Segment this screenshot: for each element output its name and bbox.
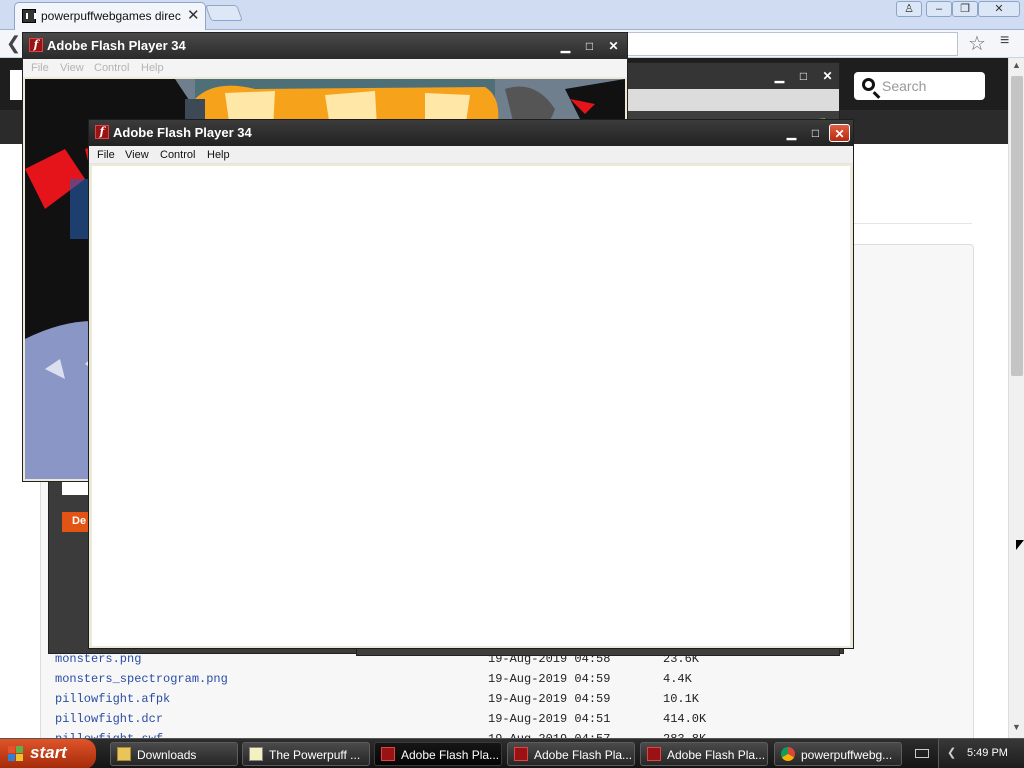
close-button[interactable]: ✕ (829, 124, 850, 142)
taskbar-item-flash-3[interactable]: Adobe Flash Pla... (640, 742, 768, 766)
taskbar-item-flash-2[interactable]: Adobe Flash Pla... (507, 742, 635, 766)
menu-control[interactable]: Control (94, 62, 129, 74)
scroll-down-arrow-icon[interactable]: ▼ (1012, 722, 1021, 732)
minimize-button[interactable]: ▁ (555, 37, 576, 55)
start-label: start (30, 743, 67, 762)
start-button[interactable]: start (0, 739, 96, 768)
browser-tab[interactable]: powerpuffwebgames directo ✕ (14, 2, 206, 30)
flash-icon (381, 747, 395, 761)
taskbar-item-flash-1[interactable]: Adobe Flash Pla... (374, 742, 502, 766)
maximize-button[interactable]: □ (805, 124, 826, 142)
folder-icon (117, 747, 131, 761)
file-size: 10.1K (663, 692, 700, 706)
window-title: Adobe Flash Player 34 (47, 38, 186, 53)
flash-content-area[interactable] (92, 166, 850, 646)
minimize-button[interactable]: ▁ (781, 124, 802, 142)
taskbar-item-label: Downloads (137, 748, 197, 762)
tray-expand-icon[interactable]: ❮ (947, 746, 956, 759)
menu-file[interactable]: File (31, 62, 49, 74)
taskbar-item-label: Adobe Flash Pla... (534, 748, 632, 762)
flash-icon (647, 747, 661, 761)
user-profile-button[interactable]: ♙ (896, 1, 922, 17)
tray-clock[interactable]: 5:49 PM (967, 747, 1008, 759)
file-link[interactable]: monsters.png (55, 649, 141, 669)
file-date: 19-Aug-2019 04:59 (488, 672, 611, 686)
flash-icon: f (29, 38, 43, 52)
close-button[interactable]: ✕ (603, 37, 624, 55)
search-placeholder: Search (882, 78, 927, 94)
menu-bar: File View Control Help (23, 59, 627, 77)
new-tab-button[interactable] (205, 5, 243, 21)
flash-player-window-active[interactable]: f Adobe Flash Player 34 ▁ □ ✕ File View … (88, 119, 854, 649)
browser-close-button[interactable]: ✕ (978, 1, 1020, 17)
browser-minimize-button[interactable]: – (926, 1, 952, 17)
flash-icon (514, 747, 528, 761)
page-scrollbar[interactable]: ▲ ▼ (1008, 58, 1024, 738)
taskbar-item-label: Adobe Flash Pla... (667, 748, 765, 762)
file-link[interactable]: pillowfight.afpk (55, 689, 170, 709)
taskbar-item-powerpuff[interactable]: The Powerpuff ... (242, 742, 370, 766)
windows-logo-icon (8, 746, 24, 762)
bookmark-star-icon[interactable]: ☆ (968, 31, 986, 56)
menu-bar: File View Control Help (89, 146, 853, 164)
keyboard-icon[interactable] (915, 749, 929, 758)
menu-help[interactable]: Help (207, 149, 230, 161)
taskbar: start Downloads The Powerpuff ... Adobe … (0, 738, 1024, 768)
window-title: Adobe Flash Player 34 (113, 125, 252, 140)
maximize-button[interactable]: □ (579, 37, 600, 55)
menu-view[interactable]: View (125, 149, 149, 161)
file-link[interactable]: pillowfight.swf (55, 729, 163, 738)
menu-help[interactable]: Help (141, 62, 164, 74)
file-date: 19-Aug-2019 04:59 (488, 692, 611, 706)
search-icon (862, 78, 875, 91)
scroll-up-arrow-icon[interactable]: ▲ (1012, 60, 1021, 70)
minimize-button[interactable]: ▁ (769, 67, 790, 85)
file-link[interactable]: monsters_spectrogram.png (55, 669, 228, 689)
scroll-thumb[interactable] (1011, 76, 1023, 376)
divider (852, 223, 972, 224)
site-search-input[interactable]: Search (854, 72, 985, 100)
browser-tab-strip: powerpuffwebgames directo ✕ ♙ – ❐ ✕ (0, 0, 1024, 30)
chrome-icon (781, 747, 795, 761)
tab-title: powerpuffwebgames directo (41, 9, 181, 23)
taskbar-item-label: powerpuffwebg... (801, 748, 893, 762)
maximize-button[interactable]: □ (793, 67, 814, 85)
system-tray: ❮ 5:49 PM (938, 739, 1024, 768)
file-link[interactable]: pillowfight.dcr (55, 709, 163, 729)
file-size: 414.0K (663, 712, 707, 726)
file-size: 283.8K (663, 729, 706, 738)
mouse-cursor-icon (1016, 540, 1024, 550)
window-title-bar[interactable]: f Adobe Flash Player 34 ▁ □ ✕ (23, 33, 627, 59)
chrome-menu-icon[interactable]: ≡ (1000, 32, 1009, 50)
menu-file[interactable]: File (97, 149, 115, 161)
site-favicon-icon (22, 9, 36, 23)
taskbar-item-downloads[interactable]: Downloads (110, 742, 238, 766)
file-size: 4.4K (663, 672, 692, 686)
taskbar-item-label: Adobe Flash Pla... (401, 748, 499, 762)
file-date: 19-Aug-2019 04:57 (488, 729, 610, 738)
close-button[interactable]: ✕ (817, 67, 838, 85)
menu-view[interactable]: View (60, 62, 84, 74)
browser-restore-button[interactable]: ❐ (952, 1, 978, 17)
file-date: 19-Aug-2019 04:51 (488, 712, 611, 726)
window-title-bar[interactable]: f Adobe Flash Player 34 ▁ □ ✕ (89, 120, 853, 146)
back-arrow-icon[interactable]: ❮ (6, 33, 21, 54)
flash-icon: f (95, 125, 109, 139)
menu-control[interactable]: Control (160, 149, 195, 161)
notepad-icon (249, 747, 263, 761)
taskbar-item-label: The Powerpuff ... (269, 748, 361, 762)
taskbar-item-chrome[interactable]: powerpuffwebg... (774, 742, 902, 766)
tab-close-icon[interactable]: ✕ (187, 6, 200, 24)
